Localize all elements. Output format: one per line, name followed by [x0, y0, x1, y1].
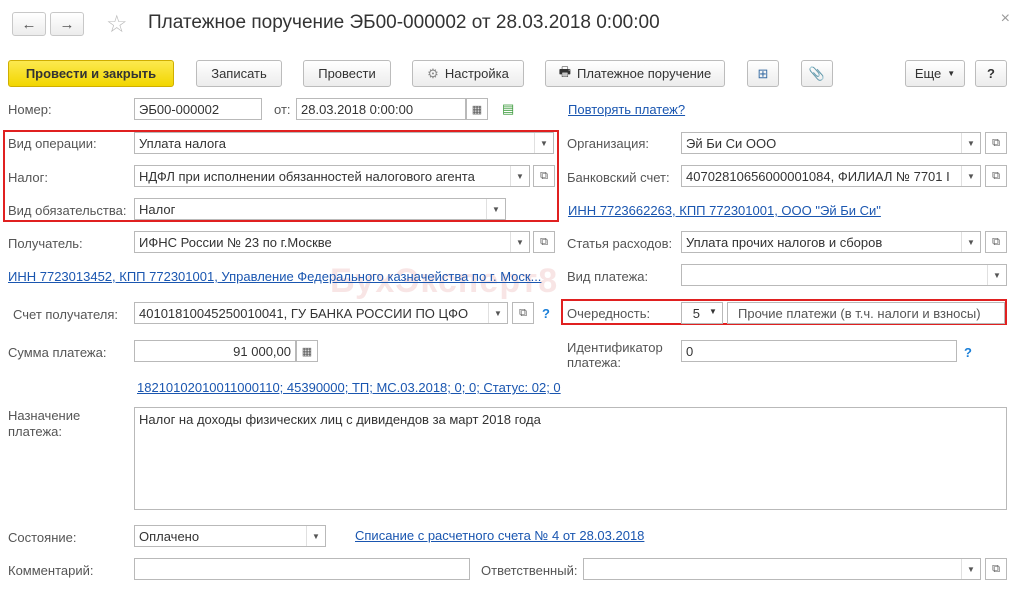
chevron-down-icon: ▼	[961, 133, 980, 153]
open-icon[interactable]: ⧉	[533, 231, 555, 253]
more-button[interactable]: Еще ▼	[905, 60, 965, 87]
chevron-down-icon: ▼	[961, 559, 980, 579]
bank-account-select[interactable]: 40702810656000001084, ФИЛИАЛ № 7701 I ▼	[681, 165, 981, 187]
arrow-right-icon: →	[59, 15, 75, 33]
chevron-down-icon: ▼	[486, 199, 505, 219]
chevron-down-icon: ▼	[534, 133, 553, 153]
comment-field[interactable]	[134, 558, 470, 580]
chevron-down-icon: ▼	[987, 265, 1006, 285]
payment-type-select[interactable]: ▼	[681, 264, 1007, 286]
amount-field[interactable]: 91 000,00	[134, 340, 296, 362]
settings-label: Настройка	[444, 66, 509, 81]
organization-select[interactable]: Эй Би Си ООО ▼	[681, 132, 981, 154]
calculator-icon[interactable]: ▦	[296, 340, 318, 362]
paperclip-icon: 📎	[808, 65, 826, 81]
operation-type-label: Вид операции:	[8, 136, 97, 151]
chevron-down-icon: ▼	[961, 232, 980, 252]
obligation-type-label: Вид обязательства:	[8, 203, 127, 218]
organization-label: Организация:	[567, 136, 650, 151]
open-icon[interactable]: ⧉	[985, 231, 1007, 253]
star-icon[interactable]: ☆	[106, 10, 128, 39]
print-label: Платежное поручение	[577, 66, 712, 81]
save-button[interactable]: Записать	[196, 60, 282, 87]
org-inn-link[interactable]: ИНН 7723662263, КПП 772301001, ООО "Эй Б…	[568, 203, 881, 218]
help-question-icon[interactable]: ?	[964, 345, 972, 360]
comment-label: Комментарий:	[8, 563, 94, 578]
gear-icon: ⚙	[427, 65, 439, 81]
chevron-down-icon: ▼	[510, 232, 529, 252]
identifier-label: Идентификатор платежа:	[567, 340, 663, 370]
identifier-field[interactable]: 0	[681, 340, 957, 362]
hierarchy-icon: ⊞	[757, 65, 769, 81]
open-icon[interactable]: ⧉	[985, 558, 1007, 580]
recipient-label: Получатель:	[8, 236, 83, 251]
chevron-down-icon: ▼	[709, 307, 717, 316]
obligation-type-select[interactable]: Налог ▼	[134, 198, 506, 220]
forward-button[interactable]: →	[50, 12, 84, 36]
arrow-left-icon: ←	[21, 15, 37, 33]
close-icon[interactable]: ×	[1001, 10, 1010, 28]
help-question-icon[interactable]: ?	[542, 306, 550, 321]
open-icon[interactable]: ⧉	[512, 302, 534, 324]
status-label: Состояние:	[8, 530, 77, 545]
post-button[interactable]: Провести	[303, 60, 391, 87]
writeoff-link[interactable]: Списание с расчетного счета № 4 от 28.03…	[355, 528, 644, 543]
number-label: Номер:	[8, 102, 52, 117]
responsible-label: Ответственный:	[481, 563, 578, 578]
repeat-payment-link[interactable]: Повторять платеж?	[568, 102, 685, 117]
recipient-select[interactable]: ИФНС России № 23 по г.Москве ▼	[134, 231, 530, 253]
open-icon[interactable]: ⧉	[533, 165, 555, 187]
priority-description: Прочие платежи (в т.ч. налоги и взносы)	[727, 302, 1005, 324]
chevron-down-icon: ▼	[947, 69, 956, 78]
payment-type-label: Вид платежа:	[567, 269, 649, 284]
expense-item-select[interactable]: Уплата прочих налогов и сборов ▼	[681, 231, 981, 253]
tax-label: Налог:	[8, 170, 48, 185]
budget-details-link[interactable]: 18210102010011000110; 45390000; ТП; МС.0…	[137, 380, 561, 395]
date-label: от:	[274, 102, 291, 117]
operation-type-select[interactable]: Уплата налога ▼	[134, 132, 554, 154]
amount-label: Сумма платежа:	[8, 345, 107, 360]
calendar-icon[interactable]: ▦	[466, 98, 488, 120]
print-payment-order-button[interactable]: 🖶 Платежное поручение	[545, 60, 725, 87]
structure-button[interactable]: ⊞	[747, 60, 779, 87]
responsible-select[interactable]: ▼	[583, 558, 981, 580]
page-title: Платежное поручение ЭБ00-000002 от 28.03…	[148, 12, 660, 33]
settings-button[interactable]: ⚙ Настройка	[412, 60, 524, 87]
bank-account-label: Банковский счет:	[567, 170, 670, 185]
status-select[interactable]: Оплачено ▼	[134, 525, 326, 547]
post-and-close-button[interactable]: Провести и закрыть	[8, 60, 174, 87]
chevron-down-icon: ▼	[488, 303, 507, 323]
open-icon[interactable]: ⧉	[985, 132, 1007, 154]
back-button[interactable]: ←	[12, 12, 46, 36]
chevron-down-icon: ▼	[510, 166, 529, 186]
attach-button[interactable]: 📎	[801, 60, 833, 87]
recipient-inn-link[interactable]: ИНН 7723013452, КПП 772301001, Управлени…	[8, 269, 556, 284]
chevron-down-icon: ▼	[961, 166, 980, 186]
recipient-account-select[interactable]: 40101810045250010041, ГУ БАНКА РОССИИ ПО…	[134, 302, 508, 324]
tax-select[interactable]: НДФЛ при исполнении обязанностей налогов…	[134, 165, 530, 187]
purpose-label: Назначение платежа:	[8, 408, 81, 439]
printer-icon: 🖶	[558, 63, 572, 79]
help-button[interactable]: ?	[975, 60, 1007, 87]
priority-label: Очередность:	[567, 306, 651, 321]
recipient-account-label: Счет получателя:	[13, 307, 119, 322]
date-field[interactable]: 28.03.2018 0:00:00	[296, 98, 466, 120]
purpose-textarea[interactable]: Налог на доходы физических лиц с дивиден…	[134, 407, 1007, 510]
number-field[interactable]: ЭБ00-000002	[134, 98, 262, 120]
doc-check-icon[interactable]: ▤	[502, 101, 514, 117]
chevron-down-icon: ▼	[306, 526, 325, 546]
more-label: Еще	[914, 66, 942, 81]
open-icon[interactable]: ⧉	[985, 165, 1007, 187]
expense-item-label: Статья расходов:	[567, 236, 673, 251]
